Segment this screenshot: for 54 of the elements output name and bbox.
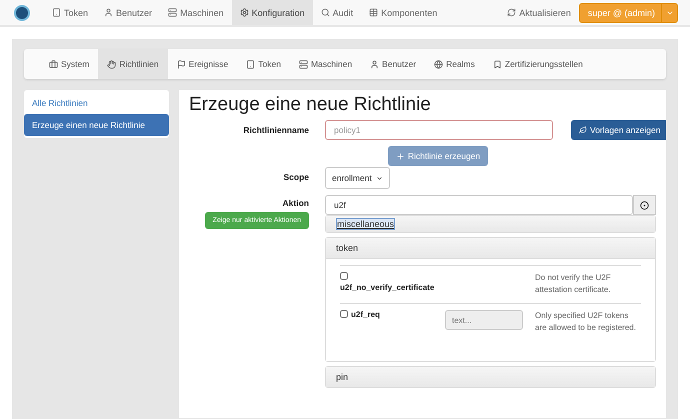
table-icon <box>369 8 378 17</box>
sub-nav-tab[interactable]: Realms <box>425 49 484 79</box>
tablet-icon <box>52 8 61 17</box>
action-description: Do not verify the U2F attestation certificate. <box>535 272 612 296</box>
plus-icon <box>396 152 405 160</box>
scope-select[interactable]: enrollment <box>325 167 390 189</box>
search-icon <box>320 8 330 17</box>
nav-item[interactable]: Komponenten <box>361 0 446 25</box>
nav-item[interactable]: Token <box>44 0 96 25</box>
refresh-icon <box>507 8 516 17</box>
user-icon <box>104 8 114 17</box>
leaf-icon <box>579 126 587 134</box>
sidebar-item[interactable]: Erzeuge einen neue Richtlinie <box>24 114 169 136</box>
caret-icon <box>376 174 383 182</box>
action-value-field[interactable]: text... <box>445 310 523 330</box>
field-label: Aktion <box>282 197 309 208</box>
field-label: Scope <box>283 171 309 182</box>
server-icon <box>298 60 308 68</box>
sub-nav-tab[interactable]: Zertifizierungsstellen <box>484 49 592 79</box>
templates-button[interactable]: Vorlagen anzeigen <box>571 120 666 140</box>
group-header[interactable]: pin <box>326 367 655 388</box>
refresh-link[interactable]: Aktualisieren <box>499 0 579 25</box>
action-checkbox[interactable] <box>340 272 348 280</box>
sub-nav-tab[interactable]: Benutzer <box>361 49 426 79</box>
nav-item[interactable]: Maschinen <box>160 0 232 25</box>
action-search-field[interactable]: u2f <box>325 195 633 215</box>
gear-icon <box>240 8 249 17</box>
briefcase-icon <box>49 60 58 68</box>
nav-item[interactable]: Konfiguration <box>232 0 313 25</box>
sub-nav-tab[interactable]: Richtlinien <box>98 49 168 79</box>
bookmark-icon <box>492 60 502 68</box>
field-label: Richtlinienname <box>243 124 309 135</box>
sub-nav-tab[interactable]: System <box>40 49 98 79</box>
flag-icon <box>176 60 186 68</box>
hand-icon <box>107 60 116 68</box>
sub-nav-tab[interactable]: Token <box>237 49 290 79</box>
action-checkbox[interactable] <box>340 310 348 318</box>
server-icon <box>168 8 178 17</box>
action-name: u2f_req <box>351 310 380 322</box>
globe-icon <box>434 60 444 68</box>
sub-nav-tab[interactable]: Maschinen <box>290 49 362 79</box>
nav-item[interactable]: Benutzer <box>96 0 160 25</box>
sub-nav-tab[interactable]: Ereignisse <box>168 49 238 79</box>
action-name: u2f_no_verify_certificate <box>340 283 436 292</box>
sidebar-item[interactable]: Alle Richtlinien <box>24 92 169 114</box>
group-header[interactable]: token <box>326 238 655 259</box>
clear-button[interactable] <box>633 195 656 215</box>
tablet-icon <box>246 60 256 68</box>
action-description: Only specified U2F tokens are allowed to be registered. <box>535 310 637 334</box>
user-icon <box>370 60 380 68</box>
nav-item[interactable]: Audit <box>312 0 362 25</box>
group-link[interactable]: miscellaneous <box>336 218 396 230</box>
logo-icon[interactable] <box>14 4 30 20</box>
page-title: Erzeuge eine neue Richtlinie <box>189 94 432 116</box>
